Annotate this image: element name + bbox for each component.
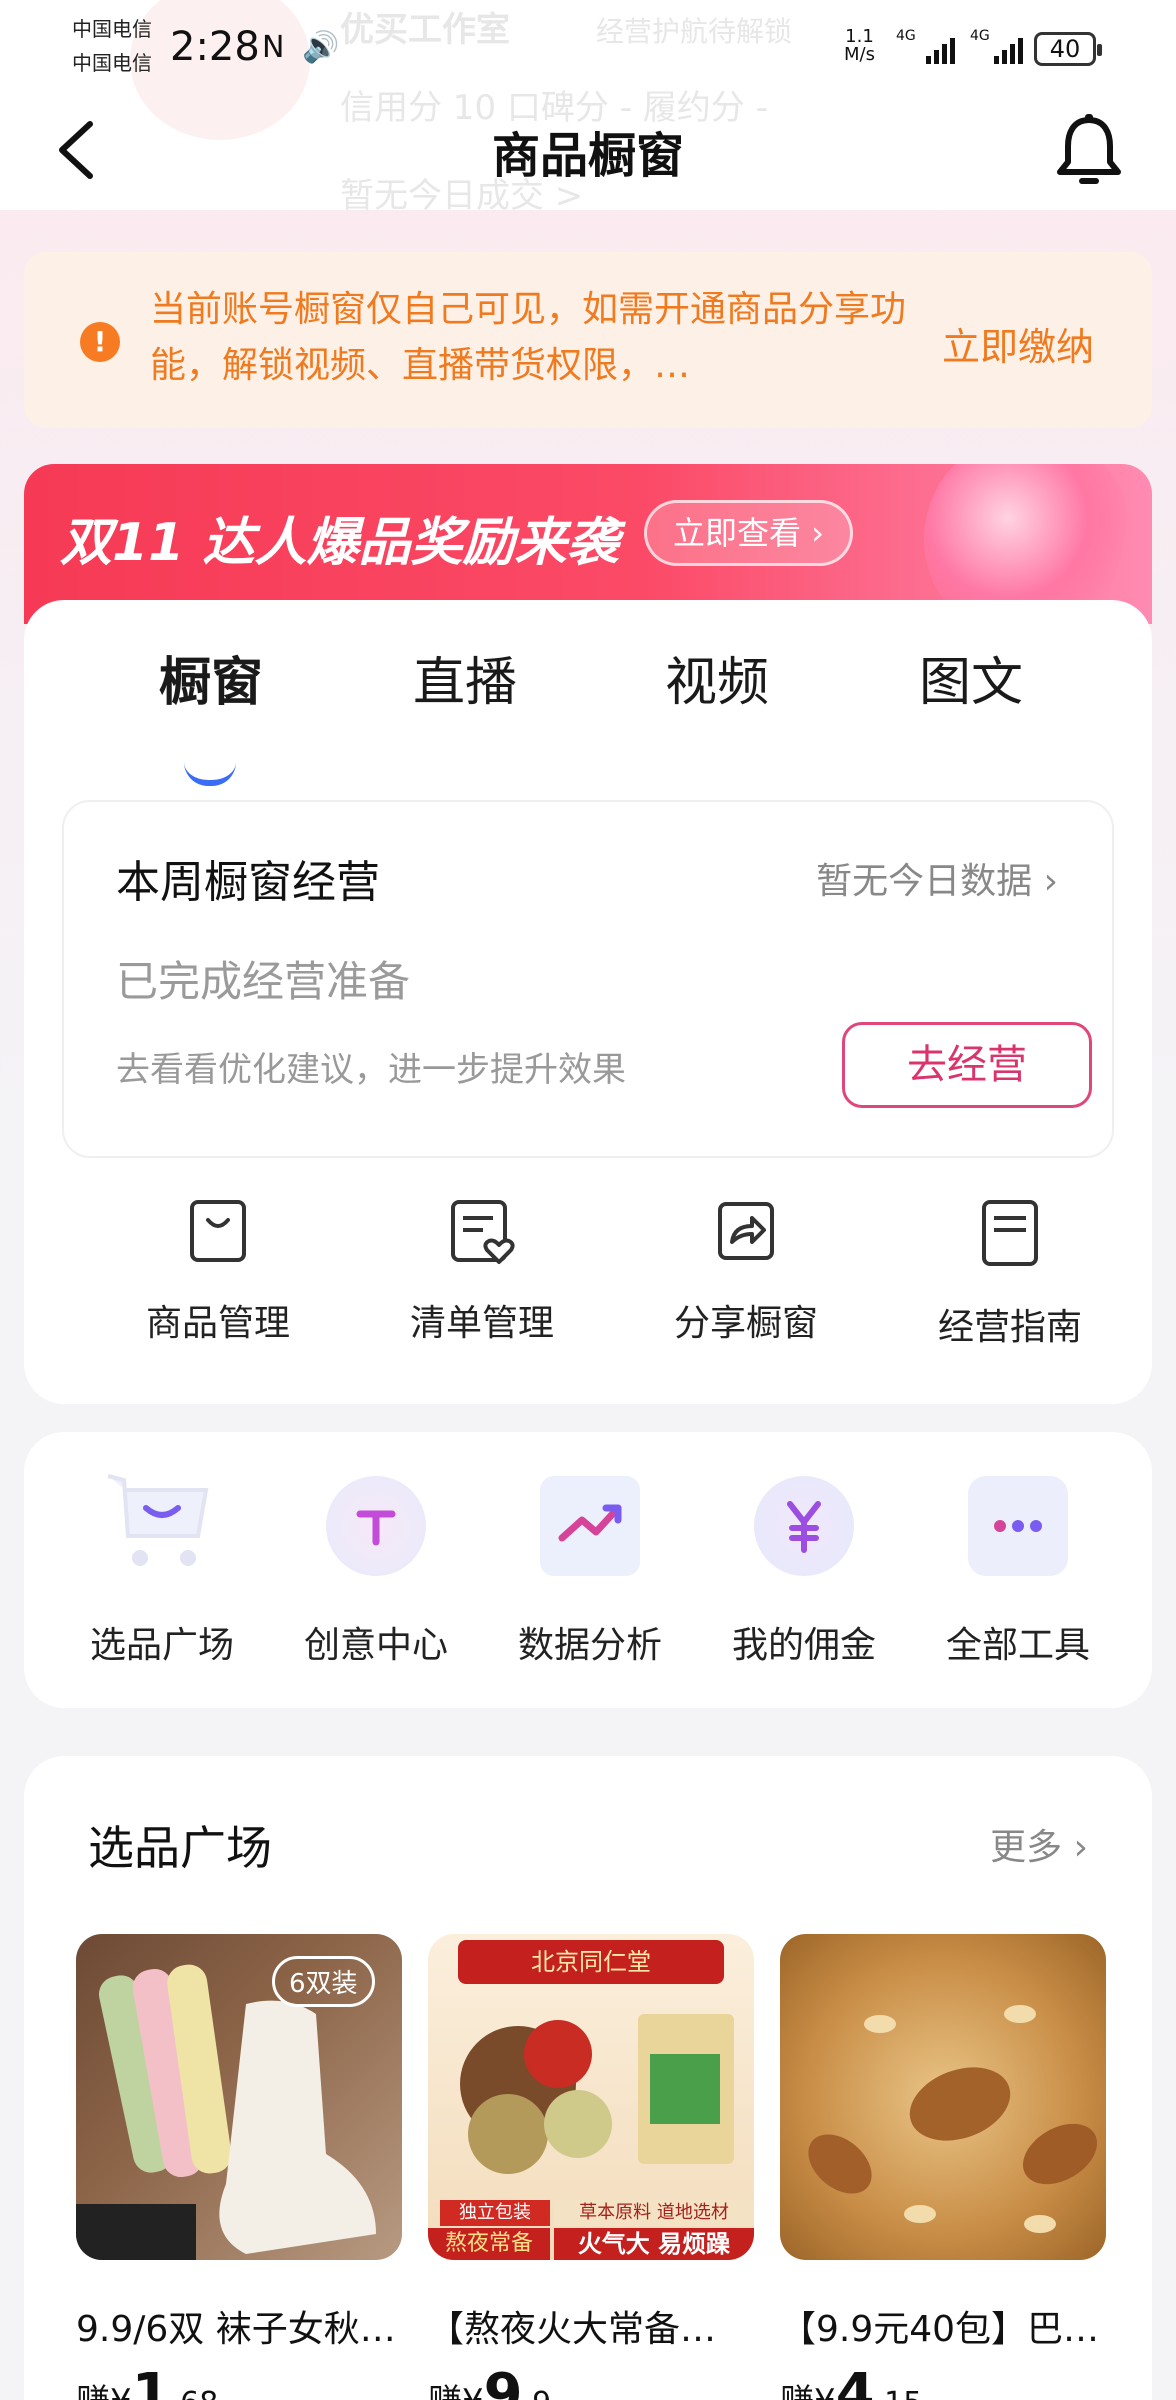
more-icon (968, 1476, 1068, 1576)
product-price: 赚¥1.68 (76, 2362, 402, 2400)
weekly-data-link[interactable]: 暂无今日数据 › (816, 852, 1058, 904)
earn-label: 赚¥ (780, 2382, 836, 2400)
chart-icon (540, 1476, 640, 1576)
tool-label: 创意中心 (303, 1625, 448, 1666)
signal-label-1: 4G (896, 28, 916, 44)
price-integer: 1 (131, 2362, 171, 2400)
content-tabs: 橱窗 直播 视频 图文 (24, 640, 1152, 786)
more-link[interactable]: 更多 › (990, 1818, 1088, 1870)
battery-icon: 40 (1034, 32, 1102, 66)
product-name: 9.9/6双 袜子女秋… (76, 2309, 396, 2350)
weekly-subtitle: 已完成经营准备 (116, 957, 411, 1006)
product-tag: 草本原料 道地选材 (554, 2200, 754, 2226)
bell-icon (1057, 114, 1121, 184)
product-badge: 6双装 (272, 1956, 375, 2007)
tool-all-tools[interactable]: 全部工具 (918, 1476, 1118, 1668)
earn-label: 赚¥ (428, 2382, 484, 2400)
product-card[interactable]: 【9.9元40包】巴… 赚¥4.15 (780, 1934, 1106, 2400)
signal-bars-2-icon (994, 32, 1023, 64)
weekly-title: 本周橱窗经营 (116, 857, 380, 908)
yen-icon (754, 1476, 854, 1576)
price-integer: 4 (835, 2362, 875, 2400)
quick-label: 经营指南 (937, 1307, 1082, 1348)
guide-icon (982, 1200, 1038, 1266)
quick-label: 清单管理 (409, 1303, 554, 1344)
tab-article[interactable]: 图文 (846, 640, 1096, 715)
tool-product-plaza[interactable]: 选品广场 (62, 1474, 262, 1668)
quick-item-product-manage[interactable]: 商品管理 (98, 1196, 338, 1346)
tool-label: 数据分析 (517, 1625, 662, 1666)
quick-item-share-showcase[interactable]: 分享橱窗 (626, 1196, 866, 1346)
status-bar: 中国电信 中国电信 2:28 N 🔊 1.1 M/s 4G 4G 40 (0, 0, 1176, 95)
tools-card: 选品广场 创意中心 数据分析 我的佣金 全部工具 (24, 1432, 1152, 1708)
product-tag: 独立包装 (440, 2200, 550, 2226)
bulb-icon (326, 1476, 426, 1576)
product-image: 6双装 (76, 1934, 402, 2260)
tool-my-commission[interactable]: 我的佣金 (704, 1476, 904, 1668)
cart-icon (107, 1474, 212, 1576)
tool-creative-center[interactable]: 创意中心 (276, 1476, 476, 1668)
weekly-data-label: 暂无今日数据 (816, 861, 1033, 902)
bag-icon (190, 1200, 246, 1262)
section-title: 选品广场 (88, 1821, 272, 1875)
price-integer: 9 (483, 2362, 523, 2400)
warning-icon: ! (80, 322, 120, 362)
tool-label: 全部工具 (945, 1625, 1090, 1666)
tool-data-analysis[interactable]: 数据分析 (490, 1476, 690, 1668)
promo-title: 双11 达人爆品奖励来袭 (60, 513, 619, 573)
product-tag: 熬夜常备 (428, 2228, 550, 2260)
product-card[interactable]: 6双装 9.9/6双 袜子女秋… 赚¥1.68 (76, 1934, 402, 2400)
product-name: 【9.9元40包】巴… (780, 2309, 1100, 2350)
pay-now-link[interactable]: 立即缴纳 (942, 316, 1094, 371)
list-heart-icon (451, 1200, 515, 1264)
nut-bar-image-icon (808, 2005, 1097, 2233)
tab-showcase[interactable]: 橱窗 (86, 640, 336, 715)
product-price: 赚¥9.9 (428, 2362, 754, 2400)
product-image: 北京同仁堂 独立包装 熬夜常备 草本原料 道地选材 火气大 易烦躁 (428, 1934, 754, 2260)
quick-label: 商品管理 (145, 1303, 290, 1344)
tab-live[interactable]: 直播 (340, 640, 590, 715)
quick-item-operation-guide[interactable]: 经营指南 (890, 1196, 1130, 1350)
price-decimal: .68 (171, 2386, 219, 2400)
active-tab-indicator (184, 762, 236, 786)
more-label: 更多 (990, 1827, 1063, 1868)
net-speed-unit: M/s (844, 44, 875, 65)
notification-button[interactable] (1054, 112, 1124, 188)
tool-label: 我的佣金 (731, 1625, 876, 1666)
carrier-1: 中国电信 (72, 17, 152, 41)
earn-label: 赚¥ (76, 2382, 132, 2400)
showcase-card: 橱窗 直播 视频 图文 本周橱窗经营 暂无今日数据 › 已完成经营准备 去看看优… (24, 600, 1152, 1404)
promo-view-button[interactable]: 立即查看 › (644, 500, 853, 566)
price-decimal: .15 (875, 2386, 923, 2400)
go-operate-button[interactable]: 去经营 (842, 1022, 1092, 1108)
weekly-operation-card: 本周橱窗经营 暂无今日数据 › 已完成经营准备 去看看优化建议，进一步提升效果 … (62, 800, 1114, 1158)
top-bar: 优买工作室 经营护航待解锁 信用分 10 口碑分 - 履约分 - 暂无今日成交 … (0, 0, 1176, 216)
carrier-2: 中国电信 (72, 51, 152, 75)
signal-label-2: 4G (970, 28, 990, 44)
tab-video[interactable]: 视频 (592, 640, 842, 715)
quick-actions: 商品管理 清单管理 分享橱窗 经营指南 (24, 1196, 1152, 1376)
price-decimal: .9 (523, 2386, 552, 2400)
quick-label: 分享橱窗 (673, 1303, 818, 1344)
product-image (780, 1934, 1106, 2260)
product-tag: 火气大 易烦躁 (554, 2228, 754, 2260)
page-title: 商品橱窗 (491, 128, 684, 184)
quick-item-list-manage[interactable]: 清单管理 (362, 1196, 602, 1346)
notice-text: 当前账号橱窗仅自己可见，如需开通商品分享功能，解锁视频、直播带货权限，… (150, 289, 907, 386)
signal-bars-1-icon (926, 32, 955, 64)
share-icon (718, 1202, 774, 1260)
product-name: 【熬夜火大常备… (428, 2309, 717, 2350)
product-price: 赚¥4.15 (780, 2362, 1106, 2400)
visibility-notice: ! 当前账号橱窗仅自己可见，如需开通商品分享功能，解锁视频、直播带货权限，… 立… (24, 252, 1152, 428)
clock: 2:28 (170, 24, 260, 70)
status-mode-icons: N 🔊 (262, 30, 344, 65)
promo-view-label: 立即查看 (673, 514, 802, 552)
tool-label: 选品广场 (89, 1625, 234, 1666)
product-card[interactable]: 北京同仁堂 独立包装 熬夜常备 草本原料 道地选材 火气大 易烦躁 【熬夜火大常… (428, 1934, 754, 2400)
product-plaza-card: 选品广场 更多 › 6双装 9.9/6双 袜子女秋… 赚¥1.68 北京同仁堂 (24, 1756, 1152, 2400)
net-speed: 1.1 M/s (844, 28, 875, 64)
weekly-hint: 去看看优化建议，进一步提升效果 (116, 1050, 626, 1090)
